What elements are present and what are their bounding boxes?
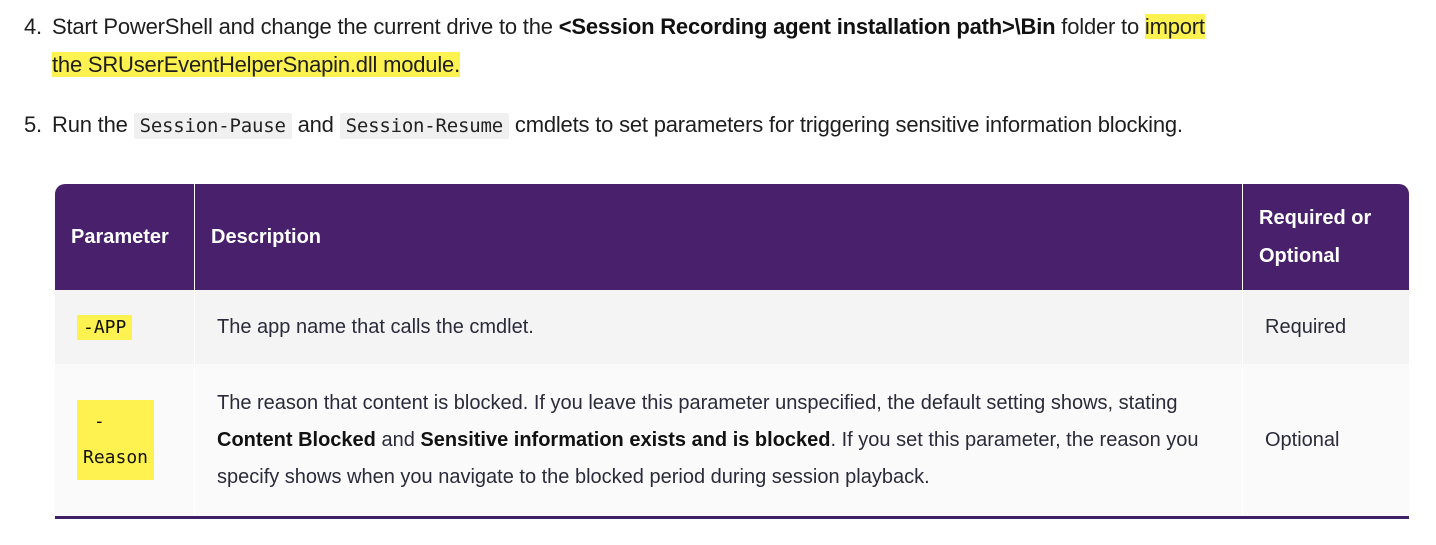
header-description: Description (195, 184, 1243, 290)
description-cell: The app name that calls the cmdlet. (195, 290, 1243, 364)
step-text: and (291, 112, 340, 137)
cmdlet-session-resume: Session-Resume (339, 113, 509, 139)
highlighted-text: import (1144, 14, 1205, 39)
table-row: -APP The app name that calls the cmdlet.… (55, 290, 1409, 364)
table-header-row: Parameter Description Required or Option… (55, 184, 1409, 290)
param-app: -APP (77, 314, 133, 340)
step-text: Start PowerShell and change the current … (52, 14, 559, 39)
required-cell: Optional (1243, 364, 1409, 516)
table-row: - Reason The reason that content is bloc… (55, 364, 1409, 516)
param-cell: - Reason (55, 364, 195, 516)
step-number: 5. (24, 112, 42, 137)
step-text: cmdlets to set parameters for triggering… (508, 112, 1183, 137)
description-cell: The reason that content is blocked. If y… (195, 364, 1243, 516)
bold-sensitive-info: Sensitive information exists and is bloc… (420, 428, 831, 451)
step-text: folder to (1055, 14, 1145, 39)
step-5: 5. Run the Session-Pause and Session-Resu… (24, 106, 1183, 145)
step-number: 4. (24, 14, 42, 39)
header-parameter: Parameter (55, 184, 195, 290)
header-required-optional: Required or Optional (1243, 184, 1409, 290)
param-cell: -APP (55, 290, 195, 364)
step-4: 4. Start PowerShell and change the curren… (24, 8, 1424, 84)
highlighted-text: the SRUserEventHelperSnapin.dll module. (52, 52, 460, 77)
parameters-table: Parameter Description Required or Option… (55, 184, 1409, 519)
required-cell: Required (1243, 290, 1409, 364)
step-text: Run the (52, 112, 134, 137)
cmdlet-session-pause: Session-Pause (133, 113, 292, 139)
bold-content-blocked: Content Blocked (217, 428, 376, 451)
install-path: <Session Recording agent installation pa… (558, 14, 1056, 39)
param-reason: - Reason (77, 400, 155, 480)
